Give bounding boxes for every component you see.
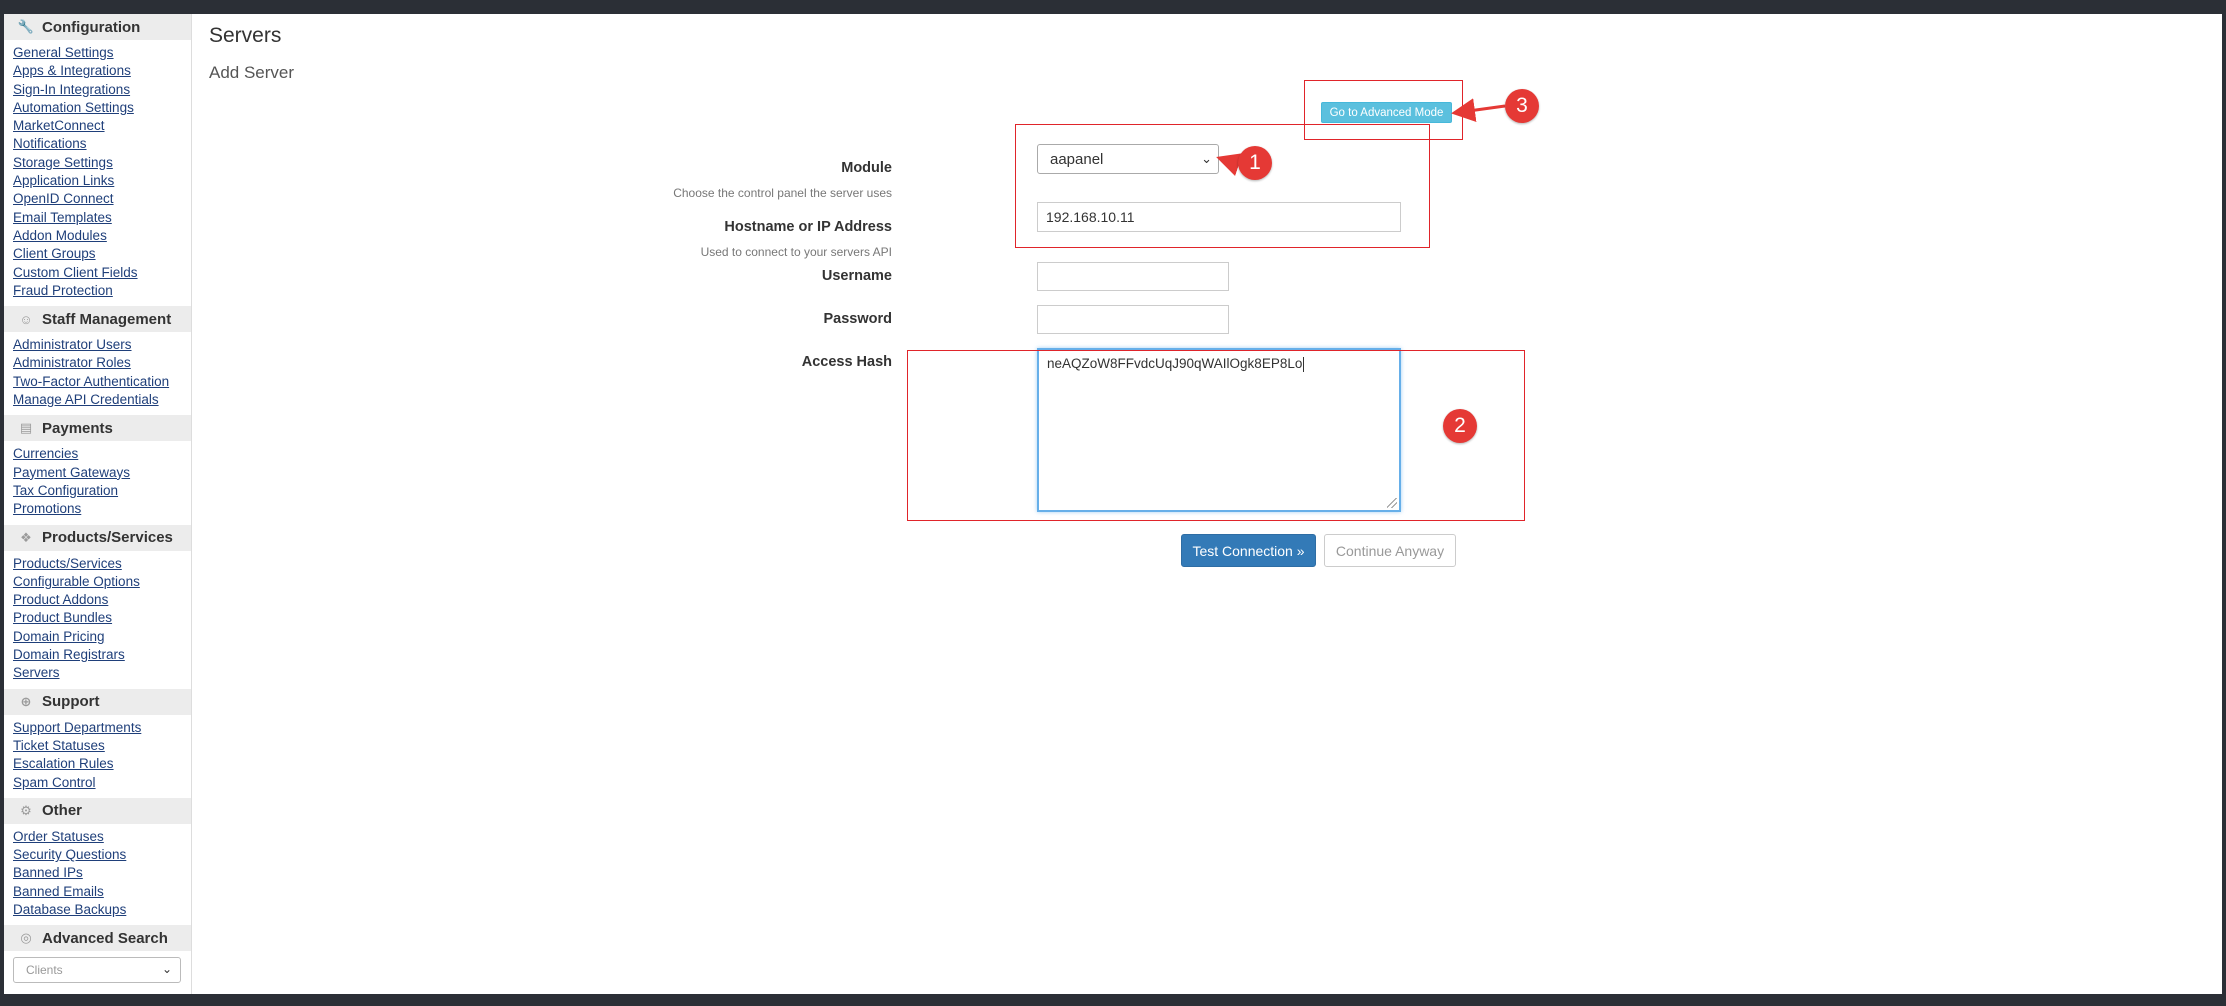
sidebar-section-header: ⊕ Support — [4, 688, 191, 715]
sidebar-link[interactable]: Client Groups — [13, 245, 191, 263]
sidebar-section-title: Payments — [42, 419, 113, 437]
chevron-down-icon: ⌄ — [161, 962, 172, 977]
username-input[interactable] — [1037, 262, 1229, 291]
sidebar-link[interactable]: Security Questions — [13, 846, 191, 864]
password-label: Password — [823, 311, 893, 327]
sidebar-link-list: Products/Services Configurable Options Pro… — [4, 551, 191, 689]
annotation-badge-2: 2 — [1443, 409, 1477, 443]
test-connection-button[interactable]: Test Connection » — [1181, 534, 1316, 567]
sidebar-section-header: ▤ Payments — [4, 415, 191, 442]
sidebar-link[interactable]: Support Departments — [13, 719, 191, 737]
binoculars-icon: ◎ — [20, 930, 32, 946]
highlight-box-1 — [1015, 124, 1430, 248]
annotation-badge-1: 1 — [1238, 146, 1272, 180]
sidebar-link-list: General Settings Apps & Integrations Sign-… — [4, 40, 191, 306]
sidebar-link[interactable]: Configurable Options — [13, 573, 191, 591]
sidebar-link[interactable]: Database Backups — [13, 901, 191, 919]
wrench-icon: 🔧 — [17, 19, 35, 34]
sidebar-link-list: Administrator Users Administrator Roles Tw… — [4, 332, 191, 415]
sidebar-link[interactable]: Storage Settings — [13, 154, 191, 172]
sidebar-link[interactable]: Servers — [13, 664, 191, 682]
sidebar-link[interactable]: Administrator Users — [13, 336, 191, 354]
main-content: Servers Add Server Go to Advanced Mode M… — [192, 14, 2222, 994]
page-title: Servers — [209, 24, 282, 47]
sidebar-link[interactable]: Domain Pricing — [13, 628, 191, 646]
sidebar-link[interactable]: Product Addons — [13, 591, 191, 609]
page-subtitle: Add Server — [209, 63, 295, 82]
sidebar-link[interactable]: Promotions — [13, 500, 191, 518]
hostname-label: Hostname or IP Address — [724, 219, 892, 235]
hostname-help: Used to connect to your servers API — [700, 245, 892, 259]
sidebar-link[interactable]: Domain Registrars — [13, 646, 191, 664]
sidebar-section-title: Staff Management — [42, 310, 172, 328]
sidebar-link[interactable]: Notifications — [13, 135, 191, 153]
sidebar-link[interactable]: Sign-In Integrations — [13, 81, 191, 99]
sidebar-section-title: Other — [42, 802, 83, 820]
sidebar-section-header: ◎ Advanced Search — [4, 925, 191, 952]
sidebar-link-list: Currencies Payment Gateways Tax Configurat… — [4, 441, 191, 524]
sidebar-link[interactable]: Administrator Roles — [13, 354, 191, 372]
module-help: Choose the control panel the server uses — [673, 186, 892, 200]
sidebar-link[interactable]: Application Links — [13, 172, 191, 190]
app-window: 🔧 Configuration General Settings Apps & Int… — [4, 14, 2222, 994]
access-hash-label: Access Hash — [801, 354, 892, 370]
password-input[interactable] — [1037, 305, 1229, 334]
sidebar: 🔧 Configuration General Settings Apps & Int… — [4, 14, 192, 994]
sidebar-link[interactable]: Automation Settings — [13, 99, 191, 117]
continue-anyway-button[interactable]: Continue Anyway — [1324, 534, 1456, 567]
sidebar-link[interactable]: Spam Control — [13, 774, 191, 792]
sidebar-link[interactable]: Email Templates — [13, 209, 191, 227]
sidebar-link[interactable]: Fraud Protection — [13, 282, 191, 300]
annotation-badge-3: 3 — [1505, 89, 1539, 123]
highlight-box-2 — [907, 350, 1525, 521]
sidebar-link[interactable]: Manage API Credentials — [13, 391, 191, 409]
sidebar-link[interactable]: Order Statuses — [13, 828, 191, 846]
sidebar-link[interactable]: Tax Configuration — [13, 482, 191, 500]
sidebar-section-header: ⚙ Other — [4, 797, 191, 824]
sidebar-link[interactable]: Banned Emails — [13, 883, 191, 901]
sidebar-section-title: Products/Services — [42, 529, 173, 547]
sidebar-link-list: Order Statuses Security Questions Banned I… — [4, 824, 191, 925]
sidebar-link[interactable]: OpenID Connect — [13, 190, 191, 208]
sidebar-link[interactable]: Products/Services — [13, 555, 191, 573]
sidebar-link-list: Support Departments Ticket Statuses Escala… — [4, 715, 191, 798]
sidebar-link[interactable]: Payment Gateways — [13, 464, 191, 482]
sidebar-link[interactable]: Addon Modules — [13, 227, 191, 245]
advanced-search-select[interactable]: Clients ⌄ — [13, 957, 181, 984]
sidebar-link[interactable]: Apps & Integrations — [13, 62, 191, 80]
username-label: Username — [821, 268, 892, 284]
sidebar-link[interactable]: MarketConnect — [13, 117, 191, 135]
sidebar-section-title: Advanced Search — [42, 929, 168, 947]
sidebar-section-header: ☺ Staff Management — [4, 306, 191, 333]
module-label: Module — [841, 160, 892, 176]
gear-icon: ⚙ — [20, 802, 32, 818]
sidebar-link[interactable]: Ticket Statuses — [13, 737, 191, 755]
sidebar-link[interactable]: Banned IPs — [13, 864, 191, 882]
lifebuoy-icon: ⊕ — [20, 693, 32, 709]
cubes-icon: ❖ — [20, 529, 32, 545]
money-icon: ▤ — [19, 420, 33, 436]
advanced-search-select-value: Clients — [26, 963, 63, 978]
sidebar-link[interactable]: Currencies — [13, 445, 191, 463]
sidebar-link[interactable]: Escalation Rules — [13, 755, 191, 773]
sidebar-link[interactable]: Two-Factor Authentication — [13, 373, 191, 391]
sidebar-link[interactable]: General Settings — [13, 44, 191, 62]
sidebar-link[interactable]: Product Bundles — [13, 609, 191, 627]
sidebar-section-title: Support — [42, 693, 100, 711]
sidebar-section-header: 🔧 Configuration — [4, 14, 191, 40]
users-icon: ☺ — [19, 311, 33, 327]
sidebar-section-header: ❖ Products/Services — [4, 524, 191, 551]
sidebar-section-title: Configuration — [42, 18, 141, 36]
sidebar-link[interactable]: Custom Client Fields — [13, 264, 191, 282]
